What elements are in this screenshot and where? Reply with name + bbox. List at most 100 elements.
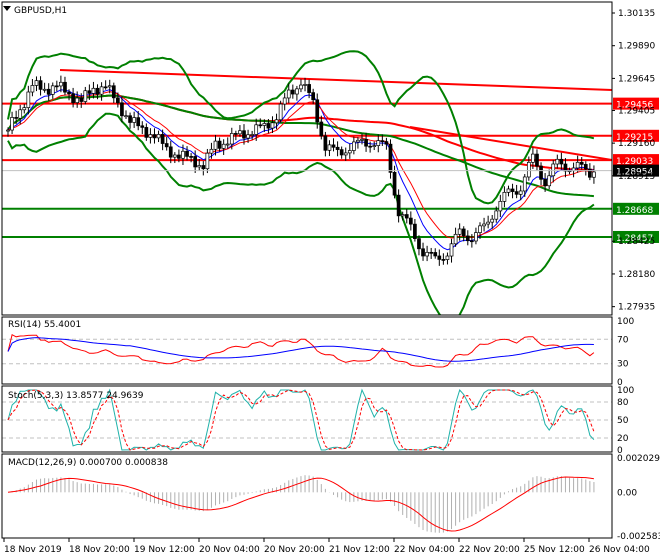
main-price-pane [2, 50, 612, 315]
time-tick-label: 20 Nov 20:00 [264, 545, 325, 555]
time-tick-label: 19 Nov 12:00 [134, 545, 195, 555]
main-pane-frame [1, 1, 613, 316]
candle [172, 152, 177, 164]
price-tick-label: 1.29405 [618, 106, 655, 116]
candle [506, 185, 511, 197]
indicator-tick-label: 80 [617, 398, 629, 408]
candle [282, 92, 287, 111]
trading-chart-window[interactable]: 1.29456 1.29215 1.29033 1.28668 1.28457 1.289… [0, 0, 660, 560]
candle [327, 140, 332, 157]
candle [270, 116, 275, 134]
candle [559, 152, 564, 170]
candle [42, 82, 47, 93]
candle [421, 242, 425, 261]
price-tick-label: 1.29160 [618, 139, 655, 149]
candle [201, 161, 206, 176]
price-tick-label: 1.29890 [618, 42, 655, 52]
candle [445, 252, 450, 265]
candle [457, 223, 462, 241]
time-tick-label: 22 Nov 20:00 [459, 545, 520, 555]
candle [10, 111, 14, 135]
candle [107, 79, 112, 94]
candle [376, 134, 381, 153]
indicator-tick-label: 70 [617, 335, 629, 345]
candle [185, 146, 189, 161]
candle [144, 123, 149, 141]
trendline[interactable] [409, 126, 612, 161]
bollinger-upper-line [7, 50, 595, 205]
candle [319, 115, 324, 140]
candle [250, 130, 254, 140]
rsi-pane [2, 333, 612, 368]
candle [295, 85, 299, 101]
rsi-ma-line [7, 337, 594, 362]
candle [103, 80, 108, 90]
candle [396, 189, 401, 223]
time-tick-label: 18 Nov 20:00 [69, 545, 130, 555]
candle [299, 79, 303, 93]
candle [498, 194, 503, 217]
candle [54, 80, 59, 92]
candle [433, 248, 438, 259]
symbol-dropdown-icon[interactable] [3, 6, 11, 11]
time-tick-label: 25 Nov 12:00 [524, 545, 585, 555]
candle [26, 85, 31, 115]
candle [551, 160, 556, 183]
chart-title: GBPUSD,H1 [14, 6, 67, 16]
candle [404, 208, 409, 224]
price-tick-label: 1.28180 [618, 270, 655, 280]
candle [453, 227, 458, 247]
candle [339, 146, 344, 159]
time-tick-label: 21 Nov 12:00 [329, 545, 390, 555]
candle [148, 128, 153, 144]
candle [384, 137, 389, 150]
time-tick-label: 22 Nov 04:00 [394, 545, 455, 555]
indicator-tick-label: 0.00 [617, 488, 637, 498]
price-tick-label: 1.29645 [618, 74, 655, 84]
candle [217, 137, 222, 152]
candle [425, 245, 429, 262]
candle [372, 141, 377, 151]
candle [331, 138, 336, 152]
level-price-label: 1.28668 [616, 206, 653, 216]
candle [124, 110, 128, 119]
ma-signal-line [7, 91, 594, 239]
stoch-label: Stoch(5,3,3) 13.8577 24.9639 [8, 391, 144, 401]
candle [221, 139, 226, 155]
candle [22, 104, 27, 114]
candle [588, 163, 592, 181]
time-tick-label: 18 Nov 2019 [4, 545, 62, 555]
indicator-tick-label: 100 [617, 386, 634, 396]
candle [111, 82, 116, 104]
candle [482, 217, 486, 232]
indicator-tick-label: 0.002029 [617, 454, 660, 464]
candle [514, 184, 519, 199]
candle [34, 76, 39, 92]
price-tick-label: 1.27935 [618, 303, 655, 313]
candle [152, 128, 157, 144]
candle [343, 147, 348, 161]
candle [30, 78, 35, 97]
candle [99, 82, 104, 101]
candle [592, 165, 596, 184]
candle [583, 161, 588, 176]
candle [417, 235, 421, 256]
trendline[interactable] [59, 69, 612, 91]
price-tick-label: 1.28915 [618, 172, 655, 182]
indicator-tick-label: 100 [617, 317, 634, 327]
candle [352, 136, 356, 155]
indicator-tick-label: 50 [617, 416, 629, 426]
rsi-pane-frame [1, 316, 613, 385]
candle [225, 137, 230, 149]
candle [502, 186, 507, 208]
candle [46, 83, 51, 101]
candle [347, 143, 352, 159]
chart-canvas[interactable]: 1.294561.292151.290331.286681.284571.289… [0, 0, 660, 560]
candle [128, 112, 132, 129]
time-tick-label: 20 Nov 04:00 [199, 545, 260, 555]
candle [63, 76, 67, 96]
candle [449, 238, 454, 263]
candle [335, 141, 340, 157]
candle [38, 76, 43, 96]
candle [323, 131, 328, 157]
